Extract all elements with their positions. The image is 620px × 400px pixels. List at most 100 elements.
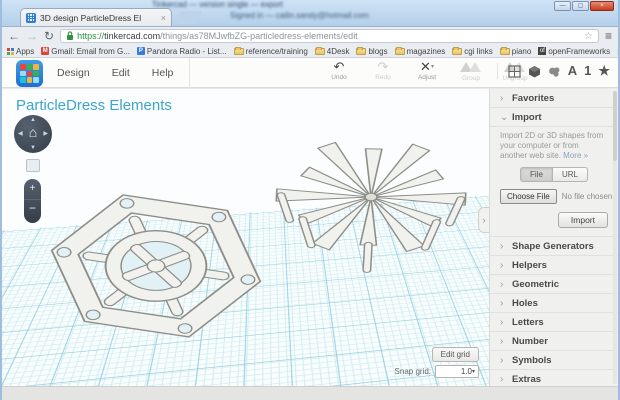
- snap-grid-label: Snap grid:: [394, 367, 431, 376]
- section-number[interactable]: › Number: [490, 332, 618, 351]
- undo-button[interactable]: ↶ Undo: [324, 60, 354, 82]
- tab-title: 3D design ParticleDress El: [40, 12, 142, 23]
- bookmark-folder-piano[interactable]: piano: [499, 46, 531, 56]
- tinkercad-logo-icon[interactable]: [16, 60, 43, 87]
- model-hex-frame[interactable]: [30, 161, 282, 367]
- folder-icon: [314, 46, 325, 55]
- tinkercad-favicon: [26, 12, 36, 23]
- maximize-button[interactable]: ▢: [572, 1, 589, 11]
- chevron-right-icon: ›: [500, 335, 504, 347]
- url-scheme: https://: [77, 31, 105, 41]
- new-tab-button[interactable]: [174, 11, 204, 24]
- sidebar-scrollbar[interactable]: [613, 91, 617, 384]
- import-more-link[interactable]: More »: [563, 151, 588, 160]
- bookmark-openframeworks[interactable]: of openFrameworks: [538, 47, 610, 56]
- section-letters[interactable]: › Letters: [490, 313, 618, 332]
- bookmark-gmail[interactable]: M Gmail: Email from G...: [41, 47, 130, 56]
- pandora-icon: P: [136, 47, 145, 55]
- import-button[interactable]: Import: [557, 212, 608, 228]
- section-helpers[interactable]: › Helpers: [490, 256, 618, 275]
- chevron-right-icon: ›: [500, 92, 504, 104]
- reload-icon[interactable]: ↻: [44, 30, 54, 42]
- section-symbols[interactable]: › Symbols: [490, 351, 618, 370]
- rotate-up-icon[interactable]: ▲: [30, 117, 36, 123]
- section-geometric[interactable]: › Geometric: [490, 275, 618, 294]
- bookmark-pandora[interactable]: P Pandora Radio - List...: [136, 47, 227, 56]
- model-radial-snowflake[interactable]: [264, 117, 478, 289]
- bookmark-folder-4desk[interactable]: 4Desk: [314, 46, 349, 56]
- browser-tab[interactable]: 3D design ParticleDress El ×: [20, 8, 172, 26]
- bookmark-star-icon[interactable]: ☆: [584, 31, 593, 42]
- chevron-right-icon: ›: [500, 259, 504, 271]
- main-area: ParticleDress Elements ⌂ ▲ ▼ ◀ ▶ + − Edi…: [2, 89, 618, 389]
- url-path: /things/as78MJwfbZG-particledress-elemen…: [160, 31, 358, 41]
- chevron-right-icon: ›: [500, 354, 504, 366]
- apps-grid-icon: [7, 47, 14, 55]
- redo-button[interactable]: ↷ Redo: [368, 60, 398, 82]
- numbers-shortcut[interactable]: 1: [584, 63, 591, 79]
- chrome-menu-icon[interactable]: ≡: [605, 29, 612, 43]
- browser-window: Tinkercad — version single — export Sign…: [0, 0, 620, 400]
- bookmarks-overflow-icon[interactable]: »: [617, 47, 618, 56]
- edit-grid-button[interactable]: Edit grid: [431, 347, 479, 362]
- window-titlebar: Tinkercad — version single — export Sign…: [2, 0, 618, 26]
- folder-icon: [499, 46, 510, 55]
- section-import[interactable]: ⌄ Import: [490, 108, 618, 127]
- geometric-cube-icon[interactable]: [528, 65, 541, 78]
- snap-grid-select[interactable]: 1.0 ▾: [435, 365, 479, 378]
- close-button[interactable]: ×: [590, 1, 614, 11]
- folder-icon: [394, 46, 405, 55]
- tinkercad-header: Design Edit Help ↶ Undo ↷ Redo ✕▾ Adjust…: [2, 58, 618, 88]
- design-canvas[interactable]: ParticleDress Elements ⌂ ▲ ▼ ◀ ▶ + − Edi…: [2, 89, 489, 386]
- tab-close-icon[interactable]: ×: [161, 13, 166, 23]
- chevron-right-icon: ›: [500, 278, 504, 290]
- menu-edit[interactable]: Edit: [112, 67, 130, 79]
- adjust-icon: ✕▾: [420, 59, 434, 74]
- letters-shortcut[interactable]: A: [568, 63, 577, 79]
- window-title: Tinkercad — version single — export: [152, 0, 283, 9]
- minimize-button[interactable]: —: [554, 1, 571, 11]
- rotate-right-icon[interactable]: ▶: [43, 130, 48, 137]
- bookmark-folder-magazines[interactable]: magazines: [394, 46, 445, 56]
- symbols-star-icon[interactable]: ★: [598, 63, 610, 79]
- https-lock-icon: [67, 31, 74, 40]
- holes-blob-icon[interactable]: [548, 65, 561, 78]
- section-holes[interactable]: › Holes: [490, 294, 618, 313]
- import-panel: Import 2D or 3D shapes from your compute…: [490, 127, 618, 237]
- chevron-right-icon: ›: [500, 297, 504, 309]
- sidebar-collapse-handle[interactable]: ›: [478, 207, 489, 233]
- shapes-sidebar: › Favorites ⌄ Import Import 2D or 3D sha…: [489, 89, 618, 389]
- section-shape-generators[interactable]: › Shape Generators: [490, 237, 618, 256]
- workplane-grid-icon[interactable]: [508, 64, 521, 78]
- section-favorites[interactable]: › Favorites: [490, 89, 618, 108]
- openframeworks-icon: of: [538, 47, 547, 55]
- view-orbit-control[interactable]: ⌂ ▲ ▼ ◀ ▶: [14, 115, 52, 153]
- folder-icon: [452, 46, 463, 55]
- select-caret-icon: ▾: [471, 369, 475, 375]
- menu-help[interactable]: Help: [152, 67, 174, 79]
- back-icon[interactable]: ←: [8, 30, 20, 42]
- import-tab-url[interactable]: URL: [552, 167, 588, 182]
- account-text: Signed in — cailin.sandy@hotmail.com: [230, 11, 369, 20]
- rotate-down-icon[interactable]: ▼: [30, 145, 36, 151]
- forward-icon[interactable]: →: [26, 30, 38, 42]
- chevron-down-icon: ⌄: [500, 111, 509, 123]
- bookmark-folder-reference[interactable]: reference/training: [233, 46, 308, 56]
- menu-design[interactable]: Design: [57, 67, 90, 79]
- browser-toolbar: ← → ↻ https://tinkercad.com/things/as78M…: [2, 26, 618, 45]
- bookmark-apps[interactable]: Apps: [7, 47, 34, 56]
- rotate-left-icon[interactable]: ◀: [18, 130, 23, 137]
- address-bar[interactable]: https://tinkercad.com/things/as78MJwfbZG…: [60, 29, 599, 43]
- bookmark-folder-cgi-links[interactable]: cgi links: [452, 46, 493, 56]
- no-file-chosen-text: No file chosen: [561, 192, 613, 201]
- bookmark-folder-blogs[interactable]: blogs: [356, 46, 388, 56]
- import-tab-file[interactable]: File: [520, 167, 553, 182]
- adjust-button[interactable]: ✕▾ Adjust: [412, 60, 442, 82]
- redo-icon: ↷: [377, 59, 389, 74]
- import-description: Import 2D or 3D shapes from your compute…: [500, 131, 604, 160]
- choose-file-button[interactable]: Choose File: [500, 189, 557, 204]
- caret-down-icon: ▾: [430, 64, 434, 70]
- undo-icon: ↶: [333, 59, 345, 74]
- url-host: tinkercad.com: [104, 31, 161, 41]
- group-button[interactable]: Group: [456, 60, 486, 82]
